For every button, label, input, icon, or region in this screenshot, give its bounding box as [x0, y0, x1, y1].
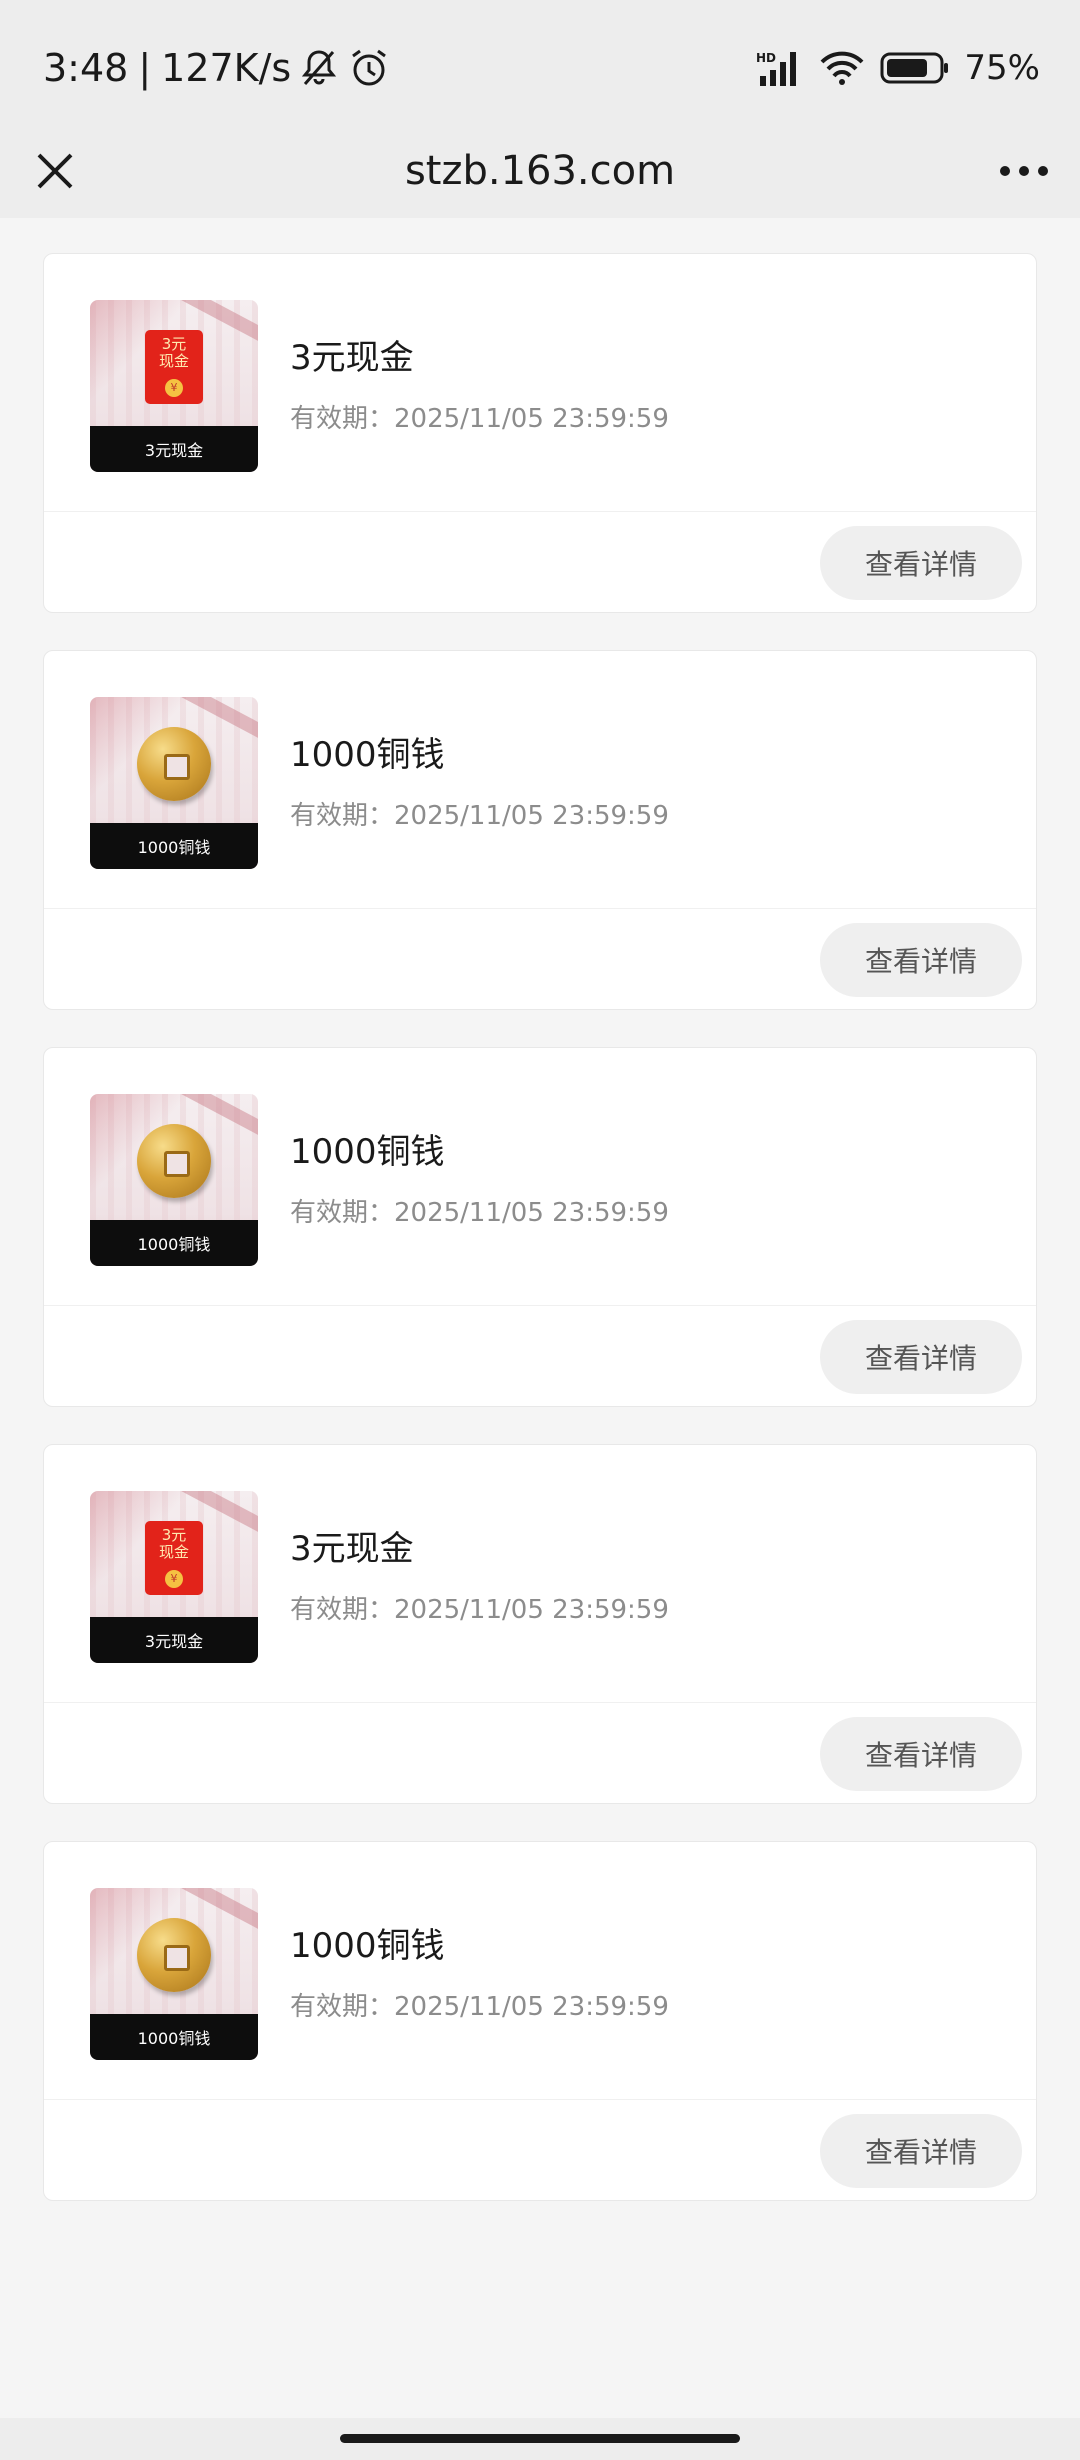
voucher-card: 3元 现金 ¥3元现金 3元现金 有效期：2025/11/05 23:59:59 查看详… — [43, 1444, 1037, 1804]
voucher-thumbnail: 1000铜钱 — [90, 1094, 258, 1266]
view-details-button[interactable]: 查看详情 — [820, 1717, 1022, 1791]
red-packet-text: 3元 现金 — [158, 1526, 189, 1561]
signal-icon: HD — [754, 48, 804, 88]
view-details-button[interactable]: 查看详情 — [820, 526, 1022, 600]
thumbnail-caption: 1000铜钱 — [90, 1220, 258, 1266]
voucher-title: 3元现金 — [290, 338, 414, 378]
alarm-icon — [347, 46, 391, 90]
network-type-label: HD — [756, 51, 776, 65]
voucher-card-body: 1000铜钱 1000铜钱 有效期：2025/11/05 23:59:59 — [44, 1842, 1036, 2100]
voucher-expiry: 有效期：2025/11/05 23:59:59 — [290, 404, 669, 434]
network-speed: 127K/s — [161, 46, 292, 90]
page: 3:48 | 127K/s HD 75% stzb.163.com 3元 现金 … — [0, 0, 1080, 2460]
close-button[interactable] — [22, 138, 88, 204]
status-bar: 3:48 | 127K/s HD 75% — [0, 0, 1080, 124]
close-icon — [37, 153, 73, 189]
thumbnail-caption: 1000铜钱 — [90, 823, 258, 869]
voucher-card: 1000铜钱 1000铜钱 有效期：2025/11/05 23:59:59 查看详情 — [43, 1047, 1037, 1407]
voucher-expiry: 有效期：2025/11/05 23:59:59 — [290, 1595, 669, 1625]
view-details-button[interactable]: 查看详情 — [820, 1320, 1022, 1394]
voucher-title: 3元现金 — [290, 1529, 414, 1569]
copper-coin-icon — [137, 1124, 211, 1198]
voucher-card-body: 3元 现金 ¥3元现金 3元现金 有效期：2025/11/05 23:59:59 — [44, 254, 1036, 512]
battery-level: 75% — [964, 48, 1040, 88]
copper-coin-icon — [137, 1918, 211, 1992]
red-packet-icon: 3元 现金 ¥ — [145, 330, 203, 404]
more-icon — [1000, 166, 1048, 176]
voucher-thumbnail: 1000铜钱 — [90, 697, 258, 869]
voucher-card-body: 1000铜钱 1000铜钱 有效期：2025/11/05 23:59:59 — [44, 651, 1036, 909]
voucher-expiry: 有效期：2025/11/05 23:59:59 — [290, 1198, 669, 1228]
voucher-title: 1000铜钱 — [290, 735, 445, 775]
voucher-thumbnail: 3元 现金 ¥3元现金 — [90, 1491, 258, 1663]
status-time: 3:48 — [43, 46, 129, 90]
status-separator: | — [138, 46, 152, 90]
voucher-card: 3元 现金 ¥3元现金 3元现金 有效期：2025/11/05 23:59:59 查看详… — [43, 253, 1037, 613]
red-packet-text: 3元 现金 — [158, 335, 189, 370]
view-details-button[interactable]: 查看详情 — [820, 2114, 1022, 2188]
home-indicator[interactable] — [340, 2434, 740, 2443]
wifi-icon — [818, 48, 866, 88]
thumbnail-caption: 1000铜钱 — [90, 2014, 258, 2060]
title-bar: stzb.163.com — [0, 124, 1080, 218]
mute-bell-icon — [297, 46, 341, 90]
status-left: 3:48 | 127K/s — [43, 40, 391, 96]
red-packet-coin: ¥ — [165, 1570, 183, 1588]
voucher-thumbnail: 3元 现金 ¥3元现金 — [90, 300, 258, 472]
red-packet-icon: 3元 现金 ¥ — [145, 1521, 203, 1595]
more-button[interactable] — [986, 138, 1062, 204]
thumbnail-caption: 3元现金 — [90, 426, 258, 472]
voucher-card-body: 3元 现金 ¥3元现金 3元现金 有效期：2025/11/05 23:59:59 — [44, 1445, 1036, 1703]
voucher-thumbnail: 1000铜钱 — [90, 1888, 258, 2060]
voucher-title: 1000铜钱 — [290, 1926, 445, 1966]
status-right: HD 75% — [754, 40, 1040, 96]
copper-coin-icon — [137, 727, 211, 801]
page-title: stzb.163.com — [404, 148, 676, 194]
voucher-card-body: 1000铜钱 1000铜钱 有效期：2025/11/05 23:59:59 — [44, 1048, 1036, 1306]
voucher-expiry: 有效期：2025/11/05 23:59:59 — [290, 801, 669, 831]
navigation-bar — [0, 2418, 1080, 2460]
voucher-card: 1000铜钱 1000铜钱 有效期：2025/11/05 23:59:59 查看详情 — [43, 650, 1037, 1010]
voucher-card: 1000铜钱 1000铜钱 有效期：2025/11/05 23:59:59 查看详情 — [43, 1841, 1037, 2201]
battery-icon — [880, 51, 950, 85]
voucher-expiry: 有效期：2025/11/05 23:59:59 — [290, 1992, 669, 2022]
thumbnail-caption: 3元现金 — [90, 1617, 258, 1663]
voucher-title: 1000铜钱 — [290, 1132, 445, 1172]
view-details-button[interactable]: 查看详情 — [820, 923, 1022, 997]
voucher-list: 3元 现金 ¥3元现金 3元现金 有效期：2025/11/05 23:59:59 查看详… — [43, 253, 1037, 2238]
red-packet-coin: ¥ — [165, 379, 183, 397]
